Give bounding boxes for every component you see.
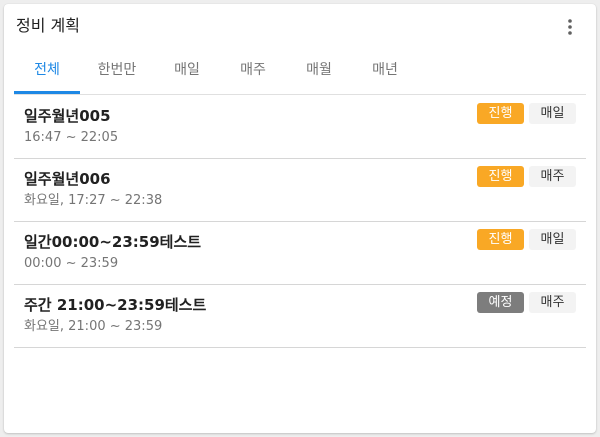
tab-monthly[interactable]: 매월 [286,48,352,92]
list-item[interactable]: 일간00:00~23:59테스트 00:00 ~ 23:59 진행 매일 [14,222,586,285]
frequency-badge: 매일 [529,229,576,250]
list-item[interactable]: 주간 21:00~23:59테스트 화요일, 21:00 ~ 23:59 예정 … [14,285,586,348]
active-tab-indicator [14,91,80,94]
plan-list: 일주월년005 16:47 ~ 22:05 진행 매일 일주월년006 화요일,… [14,96,586,348]
item-title: 일주월년006 [24,170,111,188]
status-badge: 진행 [477,229,524,250]
status-badge: 진행 [477,166,524,187]
item-schedule: 00:00 ~ 23:59 [24,256,119,271]
tab-daily[interactable]: 매일 [154,48,220,92]
item-schedule: 화요일, 17:27 ~ 22:38 [24,193,163,208]
frequency-badge: 매주 [529,166,576,187]
frequency-badge: 매주 [529,292,576,313]
item-schedule: 16:47 ~ 22:05 [24,130,119,145]
item-schedule: 화요일, 21:00 ~ 23:59 [24,319,163,334]
frequency-badge: 매일 [529,103,576,124]
more-vert-icon [568,19,572,35]
status-badge: 진행 [477,103,524,124]
item-title: 주간 21:00~23:59테스트 [24,296,207,314]
more-options-button[interactable] [562,16,578,38]
card-header: 정비 계획 [4,4,596,48]
item-title: 일간00:00~23:59테스트 [24,233,202,251]
tab-yearly[interactable]: 매년 [352,48,418,92]
item-title: 일주월년005 [24,107,111,125]
list-item[interactable]: 일주월년005 16:47 ~ 22:05 진행 매일 [14,96,586,159]
tab-bar: 전체 한번만 매일 매주 매월 매년 [14,48,586,95]
tab-weekly[interactable]: 매주 [220,48,286,92]
card-title: 정비 계획 [16,16,80,35]
list-item[interactable]: 일주월년006 화요일, 17:27 ~ 22:38 진행 매주 [14,159,586,222]
tab-all[interactable]: 전체 [14,48,80,92]
status-badge: 예정 [477,292,524,313]
tab-once[interactable]: 한번만 [84,48,150,92]
maintenance-plan-card: 정비 계획 전체 한번만 매일 매주 매월 매년 일주월년005 16:47 ~… [4,4,596,433]
